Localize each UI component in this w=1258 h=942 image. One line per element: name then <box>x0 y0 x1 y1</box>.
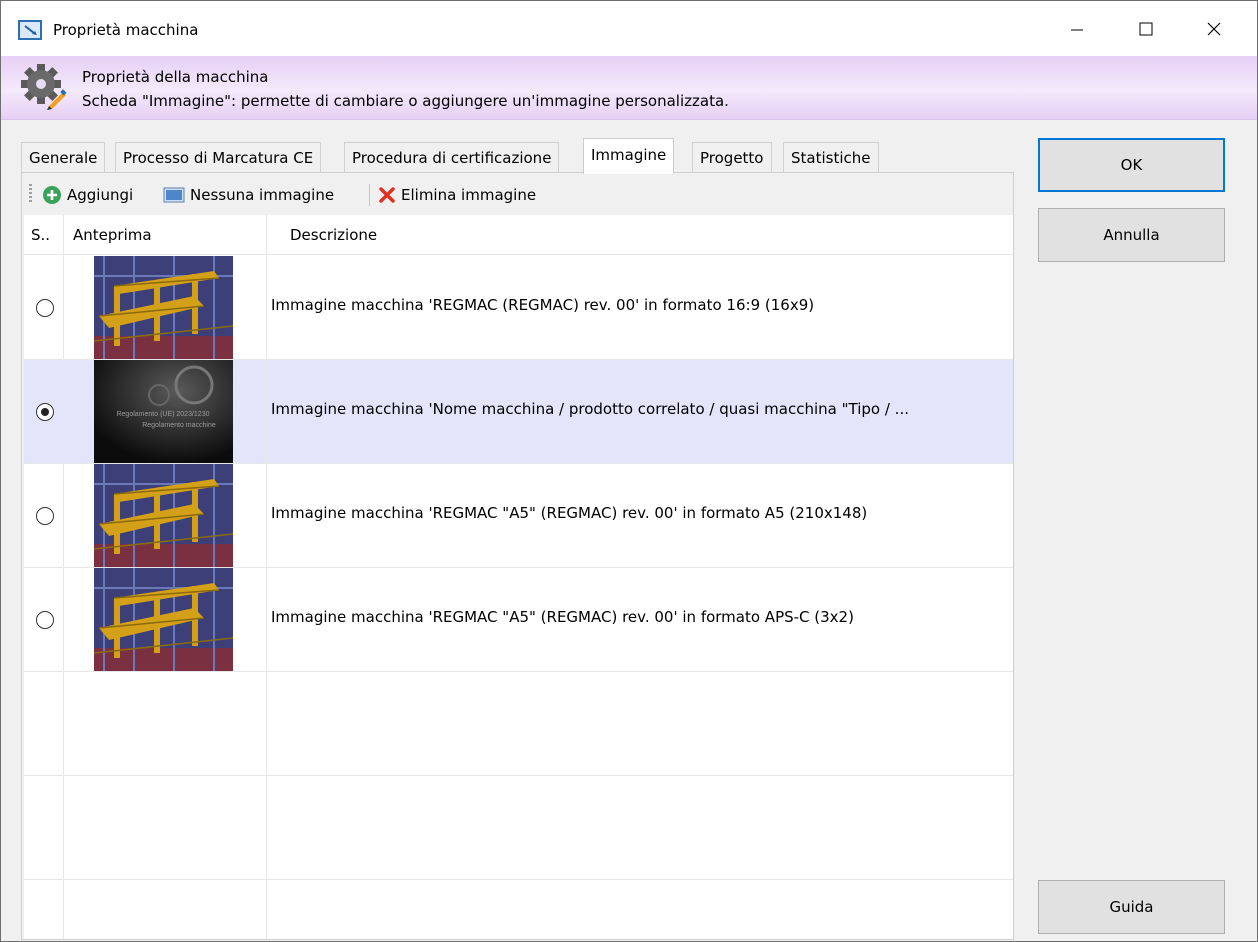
title-bar[interactable]: Proprietà macchina <box>1 1 1257 56</box>
table-row[interactable]: Immagine macchina 'REGMAC (REGMAC) rev. … <box>24 256 1013 360</box>
properties-window: Proprietà macchina Proprietà della macch… <box>0 0 1258 942</box>
row-description: Immagine macchina 'REGMAC "A5" (REGMAC) … <box>271 504 868 522</box>
window-title: Proprietà macchina <box>53 21 199 39</box>
maximize-button[interactable] <box>1116 1 1176 56</box>
tab-generale[interactable]: Generale <box>21 142 106 173</box>
no-image-label: Nessuna immagine <box>190 186 335 204</box>
column-separator <box>266 215 267 939</box>
thumb-line-1: Regolamento (UE) 2023/1230 <box>116 411 209 418</box>
close-icon <box>1207 22 1221 35</box>
app-icon <box>18 20 42 40</box>
cancel-button[interactable]: Annulla <box>1038 208 1225 262</box>
close-button[interactable] <box>1184 1 1244 56</box>
table-row[interactable]: Immagine macchina 'REGMAC "A5" (REGMAC) … <box>24 568 1013 672</box>
grid-header: S.. Anteprima Descrizione <box>24 215 1013 255</box>
machine-thumbnail <box>94 464 233 567</box>
delete-image-button[interactable]: Elimina immagine <box>378 182 536 208</box>
table-row[interactable]: Regolamento (UE) 2023/1230 Regolamento m… <box>24 360 1013 464</box>
help-button[interactable]: Guida <box>1038 880 1225 934</box>
column-separator <box>63 215 64 939</box>
column-header-preview[interactable]: Anteprima <box>73 226 152 244</box>
tab-processo-marcatura[interactable]: Processo di Marcatura CE <box>115 142 322 173</box>
add-label: Aggiungi <box>67 186 134 204</box>
row-description: Immagine macchina 'Nome macchina / prodo… <box>271 400 909 418</box>
row-radio[interactable] <box>36 507 54 525</box>
add-icon <box>43 186 61 204</box>
column-header-description[interactable]: Descrizione <box>290 226 377 244</box>
image-icon <box>163 187 185 203</box>
row-description: Immagine macchina 'REGMAC "A5" (REGMAC) … <box>271 608 854 626</box>
row-radio[interactable] <box>36 299 54 317</box>
maximize-icon <box>1139 22 1153 35</box>
images-grid: S.. Anteprima Descrizione Immagine macch <box>24 215 1013 939</box>
empty-row <box>24 672 1013 776</box>
machine-thumbnail <box>94 256 233 359</box>
empty-row <box>24 776 1013 880</box>
delete-image-label: Elimina immagine <box>401 186 537 204</box>
gear-icon <box>21 64 67 110</box>
no-image-button[interactable]: Nessuna immagine <box>163 182 334 208</box>
minimize-button[interactable] <box>1047 1 1107 56</box>
row-radio[interactable] <box>36 403 54 421</box>
image-tab-panel: Aggiungi Nessuna immagine Elimina immagi… <box>21 172 1014 940</box>
ok-button[interactable]: OK <box>1038 138 1225 192</box>
thumb-line-2: Regolamento macchine <box>142 422 216 429</box>
tab-procedura-certificazione[interactable]: Procedura di certificazione <box>344 142 560 173</box>
toolbar-separator <box>369 184 370 206</box>
tab-progetto[interactable]: Progetto <box>692 142 772 173</box>
tab-immagine[interactable]: Immagine <box>583 138 675 174</box>
delete-icon <box>379 187 395 203</box>
toolbar-grip[interactable] <box>29 184 32 204</box>
column-header-selected[interactable]: S.. <box>31 226 50 244</box>
header-subtitle: Scheda "Immagine": permette di cambiare … <box>82 92 729 110</box>
table-row[interactable]: Immagine macchina 'REGMAC "A5" (REGMAC) … <box>24 464 1013 568</box>
row-description: Immagine macchina 'REGMAC (REGMAC) rev. … <box>271 296 815 314</box>
header-title: Proprietà della macchina <box>82 68 269 86</box>
header-band: Proprietà della macchina Scheda "Immagin… <box>1 56 1257 120</box>
regulation-thumbnail: Regolamento (UE) 2023/1230 Regolamento m… <box>94 360 233 463</box>
minimize-icon <box>1071 29 1083 30</box>
add-button[interactable]: Aggiungi <box>42 182 133 208</box>
machine-thumbnail <box>94 568 233 671</box>
row-radio[interactable] <box>36 611 54 629</box>
tab-statistiche[interactable]: Statistiche <box>783 142 879 173</box>
toolbar: Aggiungi Nessuna immagine Elimina immagi… <box>22 173 1013 215</box>
